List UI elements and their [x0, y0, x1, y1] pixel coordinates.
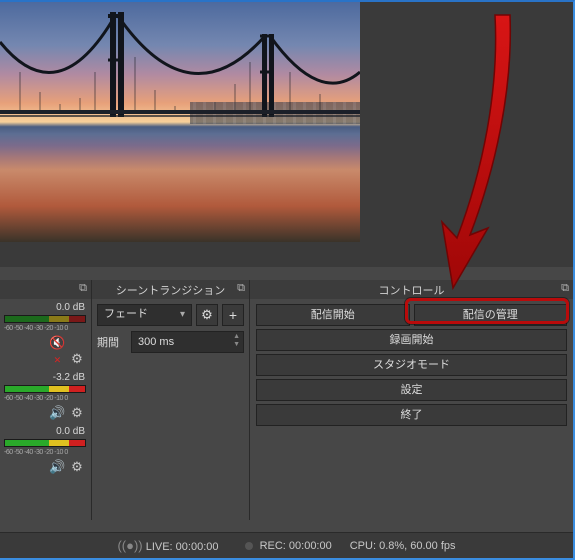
duration-label: 期間	[97, 334, 127, 350]
add-transition-button[interactable]: +	[222, 304, 244, 326]
studio-mode-button[interactable]: スタジオモード	[256, 354, 567, 376]
popout-icon[interactable]: ⧉	[237, 282, 245, 295]
vu-meter	[4, 385, 86, 393]
status-bar: ((●)) LIVE: 00:00:00 REC: 00:00:00 CPU: …	[0, 532, 573, 558]
db-value: -3.2 dB	[4, 372, 85, 383]
transition-settings-button[interactable]: ⚙	[196, 304, 218, 326]
preview-area	[0, 2, 573, 267]
speaker-icon[interactable]: 🔊	[49, 459, 65, 475]
cpu-stats: CPU: 0.8%, 60.00 fps	[350, 540, 456, 552]
live-label: LIVE:	[146, 541, 173, 553]
broadcast-icon: ((●))	[117, 538, 142, 553]
mixer-track: -3.2 dB -60 -50 -40 -30 -20 -10 0 🔊 ⚙	[0, 369, 91, 423]
vu-meter	[4, 439, 86, 447]
live-time: 00:00:00	[176, 541, 219, 553]
speaker-muted-icon[interactable]: 🔇✕	[49, 335, 65, 366]
gear-icon[interactable]: ⚙	[69, 459, 85, 475]
exit-button[interactable]: 終了	[256, 404, 567, 426]
chevron-down-icon: ▾	[180, 309, 185, 320]
mixer-track: 0.0 dB -60 -50 -40 -30 -20 -10 0 🔊 ⚙	[0, 423, 91, 477]
gear-icon[interactable]: ⚙	[69, 405, 85, 421]
db-value: 0.0 dB	[4, 302, 85, 313]
app-frame: ⧉ 0.0 dB -60 -50 -40 -30 -20 -10 0 🔇✕ ⚙ …	[0, 0, 575, 560]
gear-icon[interactable]: ⚙	[69, 351, 85, 367]
start-record-button[interactable]: 録画開始	[256, 329, 567, 351]
settings-button[interactable]: 設定	[256, 379, 567, 401]
transition-select[interactable]: フェード ▾	[97, 304, 192, 326]
popout-icon[interactable]: ⧉	[79, 282, 87, 295]
manage-stream-button[interactable]: 配信の管理	[414, 304, 568, 326]
start-stream-button[interactable]: 配信開始	[256, 304, 410, 326]
controls-panel: コントロール ⧉ 配信開始 配信の管理 録画開始 スタジオモード 設定 終了	[250, 280, 573, 520]
audio-mixer-panel: ⧉ 0.0 dB -60 -50 -40 -30 -20 -10 0 🔇✕ ⚙ …	[0, 280, 92, 520]
panel-title: コントロール	[379, 282, 445, 298]
rec-time: 00:00:00	[289, 540, 332, 552]
rec-indicator-icon	[245, 542, 253, 550]
popout-icon[interactable]: ⧉	[561, 282, 569, 295]
speaker-icon[interactable]: 🔊	[49, 405, 65, 421]
vu-meter	[4, 315, 86, 323]
duration-input[interactable]: 300 ms ▲▼	[131, 331, 244, 353]
mixer-track: 0.0 dB -60 -50 -40 -30 -20 -10 0 🔇✕ ⚙	[0, 299, 91, 369]
spinner-arrows-icon[interactable]: ▲▼	[233, 333, 240, 349]
preview-image	[0, 2, 360, 242]
db-value: 0.0 dB	[4, 426, 85, 437]
docks-row: ⧉ 0.0 dB -60 -50 -40 -30 -20 -10 0 🔇✕ ⚙ …	[0, 280, 573, 520]
rec-label: REC:	[260, 540, 286, 552]
panel-title: シーントランジション	[116, 282, 225, 298]
scene-transitions-panel: シーントランジション ⧉ フェード ▾ ⚙ + 期間 300 ms ▲▼	[92, 280, 250, 520]
